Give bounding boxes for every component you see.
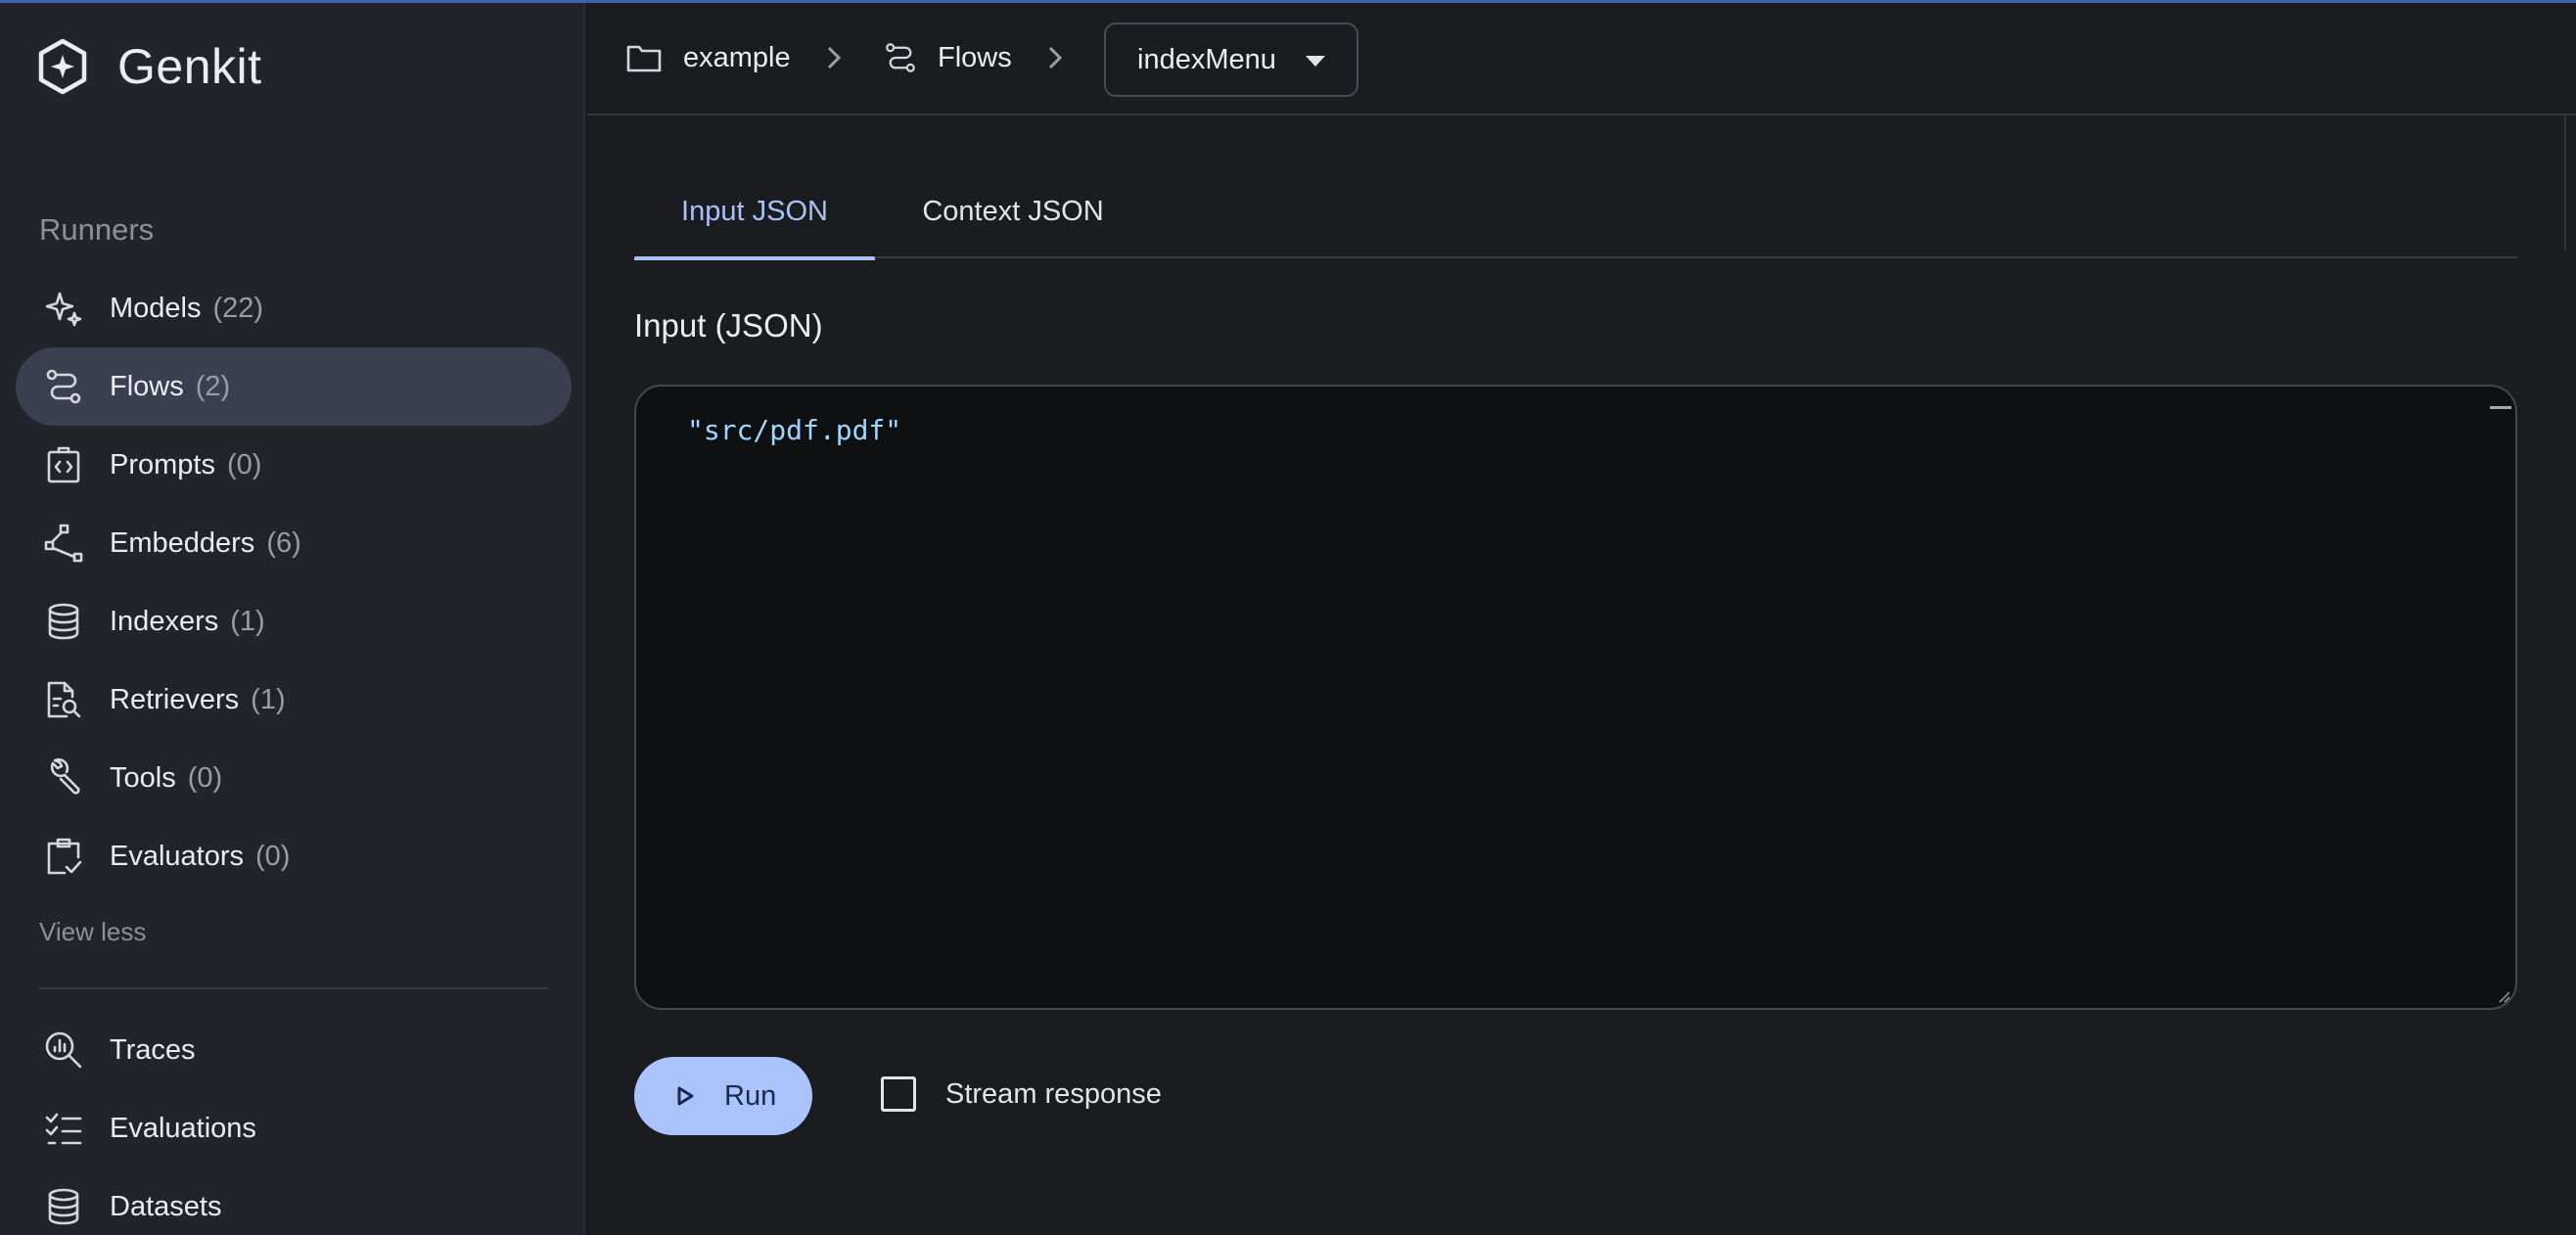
sidebar-item-indexers[interactable]: Indexers (1) bbox=[16, 582, 572, 661]
flow-icon bbox=[886, 43, 915, 72]
sidebar-item-label: Embedders bbox=[110, 526, 255, 559]
stream-response-control: Stream response bbox=[881, 1076, 1162, 1112]
sidebar-item-prompts[interactable]: Prompts (0) bbox=[16, 426, 572, 504]
brand[interactable]: Genkit bbox=[37, 38, 262, 95]
sidebar-item-label: Indexers bbox=[110, 605, 219, 637]
sidebar-item-count: (1) bbox=[251, 683, 286, 715]
sidebar-item-label: Tools bbox=[110, 761, 176, 794]
clipboard-check-icon bbox=[41, 834, 86, 879]
chevron-right-icon bbox=[820, 42, 848, 78]
sidebar-item-label: Datasets bbox=[110, 1190, 222, 1222]
top-header: example Flows indexMenu bbox=[587, 3, 2576, 115]
sidebar-item-evaluators[interactable]: Evaluators (0) bbox=[16, 817, 572, 895]
tab-input-json[interactable]: Input JSON bbox=[634, 164, 875, 260]
sidebar-item-retrievers[interactable]: Retrievers (1) bbox=[16, 661, 572, 739]
breadcrumb-project[interactable]: example bbox=[626, 3, 791, 113]
secondary-nav: Traces Evaluations Datasets bbox=[16, 1011, 572, 1235]
traces-search-icon bbox=[41, 1028, 86, 1073]
runners-nav: Models (22) Flows (2) Prompts (0) Embedd… bbox=[16, 269, 572, 895]
caret-down-icon bbox=[1306, 56, 1325, 67]
flow-select-value: indexMenu bbox=[1137, 43, 1276, 75]
sidebar-item-count: (1) bbox=[230, 605, 265, 637]
sidebar-item-count: (0) bbox=[187, 761, 223, 794]
database-icon bbox=[41, 1184, 86, 1229]
folder-icon bbox=[626, 45, 662, 72]
resize-handle-icon[interactable] bbox=[2496, 988, 2511, 1004]
editor-minimize-icon[interactable] bbox=[2490, 406, 2511, 409]
top-accent-line bbox=[0, 0, 2576, 3]
json-editor[interactable]: "src/pdf.pdf" bbox=[634, 385, 2517, 1010]
genkit-logo-icon bbox=[38, 38, 87, 95]
wrench-icon bbox=[41, 755, 86, 800]
sidebar-item-traces[interactable]: Traces bbox=[16, 1011, 572, 1089]
breadcrumb-flows-label: Flows bbox=[938, 41, 1012, 73]
database-icon bbox=[41, 599, 86, 644]
sidebar-item-tools[interactable]: Tools (0) bbox=[16, 739, 572, 817]
flow-select-dropdown[interactable]: indexMenu bbox=[1104, 23, 1358, 97]
sidebar-divider bbox=[39, 987, 548, 989]
sparkle-icon bbox=[41, 286, 86, 331]
sidebar-item-label: Traces bbox=[110, 1033, 196, 1066]
sidebar-item-embedders[interactable]: Embedders (6) bbox=[16, 504, 572, 582]
chevron-right-icon bbox=[1041, 42, 1069, 78]
document-search-icon bbox=[41, 677, 86, 722]
run-button[interactable]: Run bbox=[634, 1057, 812, 1135]
checklist-icon bbox=[41, 1106, 86, 1151]
input-json-title: Input (JSON) bbox=[634, 307, 823, 343]
breadcrumb-flows[interactable]: Flows bbox=[883, 3, 1012, 113]
panel-edge bbox=[2564, 115, 2566, 251]
tab-context-json[interactable]: Context JSON bbox=[875, 164, 1151, 258]
sidebar-item-label: Evaluators bbox=[110, 840, 245, 872]
sidebar-item-count: (6) bbox=[266, 526, 301, 559]
sidebar-item-datasets[interactable]: Datasets bbox=[16, 1167, 572, 1235]
embedder-icon bbox=[41, 521, 86, 566]
json-editor-content[interactable]: "src/pdf.pdf" bbox=[687, 414, 901, 446]
sidebar-item-label: Evaluations bbox=[110, 1112, 256, 1144]
prompt-code-icon bbox=[41, 442, 86, 487]
sidebar-item-label: Prompts bbox=[110, 448, 215, 480]
sidebar-item-evaluations[interactable]: Evaluations bbox=[16, 1089, 572, 1167]
view-less-link[interactable]: View less bbox=[39, 917, 146, 947]
breadcrumb-project-label: example bbox=[683, 41, 791, 73]
sidebar-item-label: Models bbox=[110, 292, 202, 324]
stream-response-checkbox[interactable] bbox=[881, 1076, 916, 1112]
sidebar-item-count: (0) bbox=[226, 448, 262, 480]
sidebar-item-label: Flows bbox=[110, 370, 184, 402]
sidebar-item-count: (2) bbox=[195, 370, 231, 402]
flow-icon bbox=[41, 364, 86, 409]
run-button-label: Run bbox=[724, 1079, 777, 1112]
runners-section-title: Runners bbox=[39, 212, 155, 247]
app-name: Genkit bbox=[117, 39, 262, 94]
sidebar-item-count: (22) bbox=[212, 292, 264, 324]
sidebar-item-label: Retrievers bbox=[110, 683, 240, 715]
input-tabs: Input JSON Context JSON bbox=[634, 164, 2517, 260]
sidebar: Genkit Runners Models (22) Flows (2) Pro… bbox=[0, 3, 585, 1235]
play-icon bbox=[677, 1086, 694, 1106]
sidebar-item-flows[interactable]: Flows (2) bbox=[16, 347, 572, 426]
sidebar-item-count: (0) bbox=[255, 840, 291, 872]
stream-response-label[interactable]: Stream response bbox=[945, 1078, 1162, 1111]
sidebar-item-models[interactable]: Models (22) bbox=[16, 269, 572, 347]
